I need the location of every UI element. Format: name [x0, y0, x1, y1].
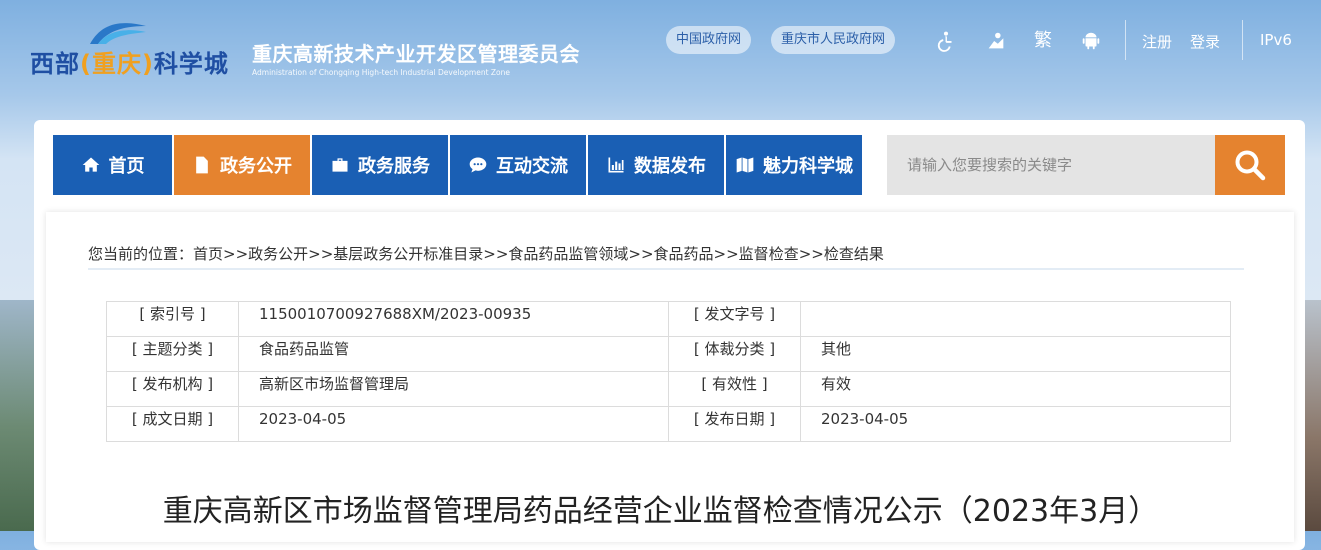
- meta-value-publish-date: 2023-04-05: [800, 406, 1231, 442]
- briefcase-icon: [332, 158, 348, 172]
- search-icon: [1235, 150, 1266, 181]
- site-logo[interactable]: 西部(重庆)科学城: [30, 18, 245, 78]
- meta-value-validity: 有效: [800, 371, 1231, 407]
- link-china-gov[interactable]: 中国政府网: [666, 26, 752, 54]
- link-chongqing-gov[interactable]: 重庆市人民政府网: [771, 26, 896, 54]
- table-row: [ 发布机构 ] 高新区市场监督管理局 [ 有效性 ] 有效: [106, 371, 1231, 407]
- meta-key-written-date: [ 成文日期 ]: [106, 406, 239, 442]
- org-title: 重庆高新技术产业开发区管理委员会 Administration of Chong…: [252, 38, 580, 77]
- meta-value-genre: 其他: [800, 336, 1231, 372]
- traditional-chinese-toggle[interactable]: 繁: [1032, 30, 1054, 52]
- map-icon: [736, 157, 754, 173]
- nav-data-release[interactable]: 数据发布: [588, 135, 724, 195]
- header-divider: [1242, 20, 1243, 60]
- meta-key-validity: [ 有效性 ]: [668, 371, 801, 407]
- table-row: [ 索引号 ] 1150010700927688XM/2023-00935 [ …: [106, 301, 1231, 337]
- search-input[interactable]: [887, 135, 1215, 195]
- header-divider: [1125, 20, 1126, 60]
- document-meta-table: [ 索引号 ] 1150010700927688XM/2023-00935 [ …: [106, 301, 1231, 442]
- login-link[interactable]: 登录: [1190, 31, 1220, 52]
- meta-value-written-date: 2023-04-05: [238, 406, 669, 442]
- table-row: [ 主题分类 ] 食品药品监管 [ 体裁分类 ] 其他: [106, 336, 1231, 372]
- main-nav: 首页 政务公开 政务服务 互动交流 数据发布 魅力科学城: [53, 135, 862, 195]
- register-link[interactable]: 注册: [1142, 31, 1172, 52]
- article-title: 重庆高新区市场监督管理局药品经营企业监督检查情况公示（2023年3月）: [162, 494, 1159, 529]
- nav-gov-services[interactable]: 政务服务: [312, 135, 448, 195]
- meta-key-publisher: [ 发布机构 ]: [106, 371, 239, 407]
- table-row: [ 成文日期 ] 2023-04-05 [ 发布日期 ] 2023-04-05: [106, 406, 1231, 442]
- nav-charm-science-city[interactable]: 魅力科学城: [726, 135, 862, 195]
- nav-interaction[interactable]: 互动交流: [450, 135, 586, 195]
- meta-key-doc-no: [ 发文字号 ]: [668, 301, 801, 337]
- bar-chart-icon: [608, 157, 624, 173]
- nav-gov-affairs-public[interactable]: 政务公开: [174, 135, 310, 195]
- android-app-icon[interactable]: [1080, 30, 1102, 52]
- meta-key-genre: [ 体裁分类 ]: [668, 336, 801, 372]
- breadcrumb-divider: [88, 268, 1244, 270]
- site-header: 西部(重庆)科学城 重庆高新技术产业开发区管理委员会 Administratio…: [0, 0, 1321, 90]
- chat-icon: [469, 157, 487, 173]
- search-button[interactable]: [1215, 135, 1285, 195]
- home-icon: [82, 157, 99, 172]
- logo-text: 西部(重庆)科学城: [30, 50, 229, 78]
- org-name-en: Administration of Chongqing High-tech In…: [252, 68, 510, 77]
- document-icon: [196, 156, 208, 174]
- accessibility-icon[interactable]: [935, 30, 957, 52]
- ipv6-label: IPv6: [1260, 31, 1292, 49]
- meta-value-publisher: 高新区市场监督管理局: [238, 371, 669, 407]
- meta-value-topic: 食品药品监管: [238, 336, 669, 372]
- logo-wave-icon: [90, 23, 146, 44]
- elder-mode-icon[interactable]: [985, 30, 1007, 52]
- meta-key-publish-date: [ 发布日期 ]: [668, 406, 801, 442]
- meta-value-index-no: 1150010700927688XM/2023-00935: [238, 301, 669, 337]
- meta-key-topic: [ 主题分类 ]: [106, 336, 239, 372]
- org-name-cn: 重庆高新技术产业开发区管理委员会: [252, 42, 580, 66]
- meta-value-doc-no: [800, 301, 1231, 337]
- breadcrumb[interactable]: 您当前的位置：首页>>政务公开>>基层政务公开标准目录>>食品药品监管领域>>食…: [88, 243, 884, 264]
- meta-key-index-no: [ 索引号 ]: [106, 301, 239, 337]
- nav-home[interactable]: 首页: [53, 135, 172, 195]
